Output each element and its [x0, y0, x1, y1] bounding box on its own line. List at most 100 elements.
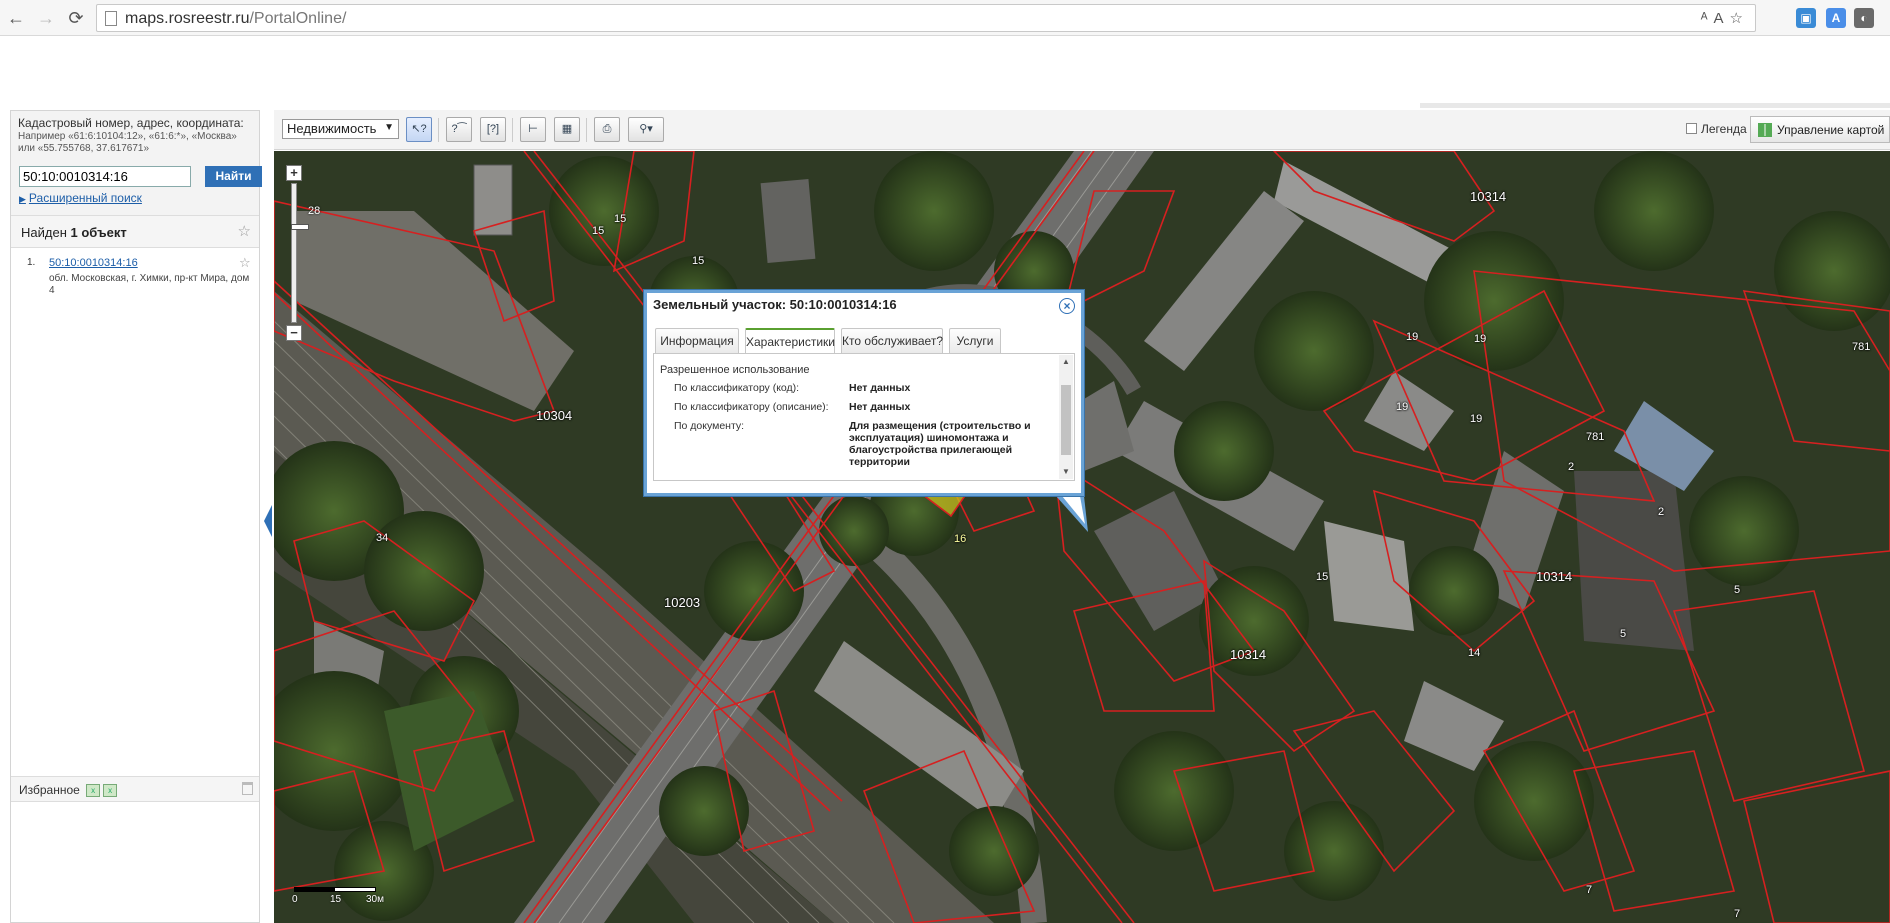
extension-icon[interactable]: ◐	[1854, 8, 1874, 28]
zoom-slider[interactable]	[291, 183, 309, 323]
parcel-info-popup: Земельный участок: 50:10:0010314:16 × Ин…	[644, 290, 1084, 496]
parcel-label: 781	[1852, 341, 1871, 353]
prop-label: По классификатору (описание):	[674, 401, 829, 413]
parcel-label: 15	[1316, 571, 1329, 583]
translate-extension-icon[interactable]: A	[1826, 8, 1846, 28]
back-icon[interactable]: ←	[4, 6, 28, 30]
scale-label: 15	[330, 894, 342, 905]
sidebar: Кадастровый номер, адрес, координата: На…	[10, 110, 262, 923]
url-actions: ᴬA☆	[1701, 9, 1749, 27]
parcel-label: 19	[1406, 331, 1419, 343]
info-rect-icon[interactable]: [?]	[480, 117, 506, 142]
url-path: /PortalOnline/	[249, 10, 347, 27]
tab-who-serves[interactable]: Кто обслуживает?	[841, 328, 943, 353]
find-button[interactable]: Найти	[205, 166, 262, 187]
parcel-label: 14	[1468, 647, 1481, 659]
legend-toggle[interactable]: Легенда	[1686, 122, 1747, 136]
search-hint: Например «61:6:10104:12», «61:6:*», «Мос…	[18, 131, 237, 154]
translate-icon[interactable]: ᴬA	[1701, 10, 1730, 27]
grid-icon	[1758, 123, 1772, 137]
layer-select-value: Недвижимость	[287, 121, 377, 136]
prop-value: Для размещения (строительство и эксплуат…	[849, 420, 1031, 468]
trash-icon[interactable]	[242, 782, 253, 795]
advanced-search-label: Расширенный поиск	[28, 191, 142, 205]
result-link[interactable]: 50:10:0010314:16	[49, 257, 138, 269]
reload-icon[interactable]: ⟳	[64, 6, 88, 30]
sidebar-collapse-handle[interactable]	[264, 505, 272, 537]
header-strip	[1420, 103, 1890, 108]
tab-information[interactable]: Информация	[655, 328, 739, 353]
scroll-down-icon[interactable]: ▼	[1062, 467, 1070, 476]
scrollbar[interactable]: ▲ ▼	[1059, 355, 1073, 479]
search-label: Кадастровый номер, адрес, координата:	[18, 116, 244, 130]
popup-pointer	[1056, 496, 1088, 532]
parcel-label: 15	[592, 225, 605, 237]
map-control-button[interactable]: Управление картой	[1750, 116, 1890, 143]
parcel-label: 5	[1734, 584, 1741, 596]
results-header: Найден 1 объект ☆	[11, 216, 259, 248]
zoom-in-button[interactable]: +	[286, 165, 302, 181]
page-icon	[105, 11, 117, 26]
extension-icon[interactable]: ▣	[1796, 8, 1816, 28]
forward-icon[interactable]: →	[34, 6, 58, 30]
close-icon[interactable]: ×	[1059, 298, 1075, 314]
zoom-level: 28	[308, 205, 321, 217]
prop-label: По классификатору (код):	[674, 382, 800, 394]
import-icon[interactable]: x	[103, 784, 118, 798]
separator	[438, 118, 439, 142]
search-input[interactable]	[19, 166, 191, 187]
parcel-label-selected: 16	[954, 533, 967, 545]
result-address: обл. Московская, г. Химки, пр-кт Мира, д…	[49, 273, 250, 296]
legend-label: Легенда	[1701, 122, 1747, 136]
scale-label: 30м	[366, 894, 384, 905]
quarter-label: 10203	[664, 595, 701, 610]
legend-checkbox[interactable]	[1686, 123, 1697, 134]
separator	[512, 118, 513, 142]
parcel-label: 7	[1586, 884, 1593, 896]
parcel-label: 19	[1470, 413, 1483, 425]
tab-services[interactable]: Услуги	[949, 328, 1001, 353]
layer-select[interactable]: Недвижимость ▼	[282, 119, 399, 139]
result-number: 1.	[27, 257, 36, 268]
favorites-label: Избранное	[19, 783, 80, 797]
export-icon[interactable]: x	[86, 784, 101, 798]
quarter-label: 10304	[536, 408, 573, 423]
parcel-label: 7	[1734, 908, 1741, 920]
map-toolbar: Недвижимость ▼ ↖? ?⁀ [?] ⊢ ▦ ⎙ ⚲▾ Легенд…	[274, 110, 1890, 150]
prop-value: Нет данных	[849, 401, 911, 413]
parcel-label: 5	[1620, 628, 1627, 640]
quarter-label: 10314	[1230, 647, 1267, 662]
results-prefix: Найден	[21, 225, 71, 240]
star-icon[interactable]: ☆	[239, 255, 251, 271]
advanced-search-link[interactable]: ▶ Расширенный поиск	[19, 191, 142, 205]
bookmark-star-icon[interactable]: ☆	[1730, 10, 1749, 27]
search-row: Найти	[19, 166, 262, 187]
scale-label: 0	[292, 894, 298, 905]
identify-tool-icon[interactable]: ↖?	[406, 117, 432, 142]
measure-icon[interactable]: ⊢	[520, 117, 546, 142]
info-curve-icon[interactable]: ?⁀	[446, 117, 472, 142]
tab-characteristics[interactable]: Характеристики	[745, 328, 835, 354]
tools-dropdown-icon[interactable]: ⚲▾	[628, 117, 664, 142]
popup-title: Земельный участок: 50:10:0010314:16	[653, 297, 897, 312]
layers-icon[interactable]: ▦	[554, 117, 580, 142]
zoom-out-button[interactable]: −	[286, 325, 302, 341]
map-view[interactable]: 10314 10304 10304 10203 10314 10314 15 1…	[274, 151, 1890, 923]
caret-down-icon: ▼	[384, 122, 394, 133]
zoom-control: + − 28	[286, 165, 320, 341]
quarter-label: 10314	[1536, 569, 1573, 584]
favorites-header: Избранное xx	[11, 776, 259, 802]
parcel-label: 15	[692, 255, 705, 267]
scrollbar-thumb[interactable]	[1061, 385, 1071, 455]
parcel-label: 15	[614, 213, 627, 225]
quarter-label: 10314	[1470, 189, 1507, 204]
zoom-slider-thumb[interactable]	[291, 224, 309, 230]
browser-chrome: ← → ⟳ maps.rosreestr.ru/PortalOnline/ ᴬA…	[0, 0, 1890, 36]
print-icon[interactable]: ⎙	[594, 117, 620, 142]
parcel-label: 19	[1396, 401, 1409, 413]
url-host: maps.rosreestr.ru	[125, 10, 250, 27]
scroll-up-icon[interactable]: ▲	[1062, 357, 1070, 366]
url-text: maps.rosreestr.ru/PortalOnline/	[125, 10, 346, 28]
star-icon[interactable]: ☆	[238, 222, 251, 240]
address-bar[interactable]: maps.rosreestr.ru/PortalOnline/ ᴬA☆	[96, 4, 1756, 32]
